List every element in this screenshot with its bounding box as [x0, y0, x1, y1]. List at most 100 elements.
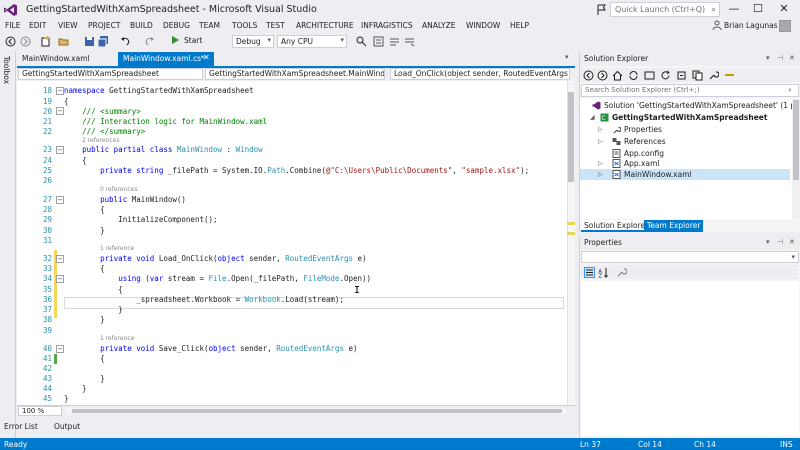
editor-scroll-thumb[interactable]	[568, 92, 574, 182]
forward-arrow-icon[interactable]	[597, 70, 608, 81]
collapse-region-icon[interactable]: −	[56, 107, 64, 115]
tree-item-properties[interactable]: Properties	[624, 125, 662, 134]
save-icon[interactable]	[84, 36, 95, 47]
menu-window[interactable]: WINDOW	[466, 21, 500, 30]
find-icon[interactable]	[356, 36, 367, 47]
undo-icon[interactable]	[120, 36, 131, 47]
comment-out-icon[interactable]	[389, 36, 400, 47]
class-nav-dropdown[interactable]: GettingStartedWithXamSpreadsheet.MainWin…	[205, 68, 385, 80]
collapse-region-icon[interactable]: −	[56, 87, 64, 95]
menu-test[interactable]: TEST	[266, 21, 285, 30]
redo-icon[interactable]	[144, 36, 155, 47]
collapsed-arrow-icon[interactable]: ▷	[598, 126, 603, 133]
menu-infragistics[interactable]: INFRAGISTICS	[361, 21, 413, 30]
codelens-references[interactable]: 1 reference	[100, 245, 134, 252]
codelens-references[interactable]: 2 references	[82, 137, 120, 144]
codelens-references[interactable]: 0 references	[100, 186, 138, 193]
menu-edit[interactable]: EDIT	[29, 21, 46, 30]
property-pages-icon[interactable]	[616, 267, 627, 278]
show-all-files-icon[interactable]	[692, 70, 703, 81]
pin-icon[interactable]: ⊣	[777, 238, 783, 246]
uncomment-icon[interactable]	[404, 36, 415, 47]
panel-options-chevron-icon[interactable]: ▾	[766, 54, 770, 62]
close-panel-icon[interactable]: ✕	[789, 54, 795, 62]
alphabetical-icon[interactable]: AZ	[598, 267, 609, 278]
pin-icon[interactable]: ⊣	[777, 54, 783, 62]
code-line: using (var stream = File.Open(_filePath,…	[118, 274, 372, 283]
member-nav-dropdown[interactable]: Load_OnClick(object sender, RoutedEventA…	[390, 68, 570, 80]
forward-arrow-icon[interactable]	[20, 36, 31, 47]
line-number: 20	[42, 107, 52, 116]
categorized-icon[interactable]	[584, 267, 595, 278]
tab-mainwindow-xaml-cs[interactable]: MainWindow.xaml.cs*	[118, 52, 214, 66]
tab-solution-explorer[interactable]: Solution Explorer	[581, 220, 652, 232]
line-number: 32	[42, 254, 52, 263]
collapsed-arrow-icon[interactable]: ▷	[598, 171, 603, 178]
minimize-button[interactable]: —	[724, 2, 744, 18]
new-project-icon[interactable]	[40, 36, 51, 47]
menu-tools[interactable]: TOOLS	[232, 21, 257, 30]
quick-launch-input[interactable]: Quick Launch (Ctrl+Q) ⌕	[610, 2, 720, 17]
properties-object-dropdown[interactable]: ▾	[581, 251, 799, 263]
tab-error-list[interactable]: Error List	[4, 422, 38, 431]
menu-file[interactable]: FILE	[5, 21, 20, 30]
start-button[interactable]: Start	[184, 36, 202, 45]
open-file-icon[interactable]	[58, 36, 69, 47]
menu-analyze[interactable]: ANALYZE	[422, 21, 456, 30]
maximize-button[interactable]: ☐	[748, 2, 768, 18]
user-name[interactable]: Brian Lagunas	[724, 21, 778, 30]
solution-explorer-icon[interactable]	[373, 36, 384, 47]
collapse-region-icon[interactable]: −	[56, 146, 64, 154]
collapsed-arrow-icon[interactable]: ▷	[598, 138, 603, 145]
platform-dropdown[interactable]: Any CPU ▾	[277, 35, 347, 48]
pending-changes-icon[interactable]	[644, 70, 655, 81]
solution-explorer-search[interactable]: Search Solution Explorer (Ctrl+;)	[581, 84, 799, 97]
collapse-region-icon[interactable]: −	[56, 275, 64, 283]
menu-architecture[interactable]: ARCHITECTURE	[296, 21, 354, 30]
tree-project[interactable]: GettingStartedWithXamSpreadsheet	[612, 113, 767, 122]
refresh-icon[interactable]	[660, 70, 671, 81]
close-panel-icon[interactable]: ✕	[789, 238, 795, 246]
solution-configuration-dropdown[interactable]: Debug ▾	[232, 35, 274, 48]
close-window-button[interactable]: ✕	[774, 2, 794, 18]
solution-explorer-scroll-thumb[interactable]	[793, 100, 799, 180]
user-avatar[interactable]	[779, 20, 791, 32]
tab-team-explorer[interactable]: Team Explorer	[644, 220, 704, 232]
start-debug-icon[interactable]	[172, 36, 179, 44]
preview-selected-icon[interactable]	[724, 70, 735, 81]
zoom-dropdown[interactable]: 100 %	[18, 406, 62, 416]
tab-output[interactable]: Output	[54, 422, 80, 431]
collapse-region-icon[interactable]: −	[56, 345, 64, 353]
menu-build[interactable]: BUILD	[130, 21, 153, 30]
tree-item-references[interactable]: References	[624, 137, 666, 146]
back-arrow-icon[interactable]	[5, 36, 16, 47]
codelens-references[interactable]: 1 reference	[100, 335, 134, 342]
save-all-icon[interactable]	[98, 36, 109, 47]
tree-item-mainwindow-xaml[interactable]: MainWindow.xaml	[624, 170, 692, 179]
collapsed-arrow-icon[interactable]: ▷	[598, 160, 603, 167]
feedback-flag-icon[interactable]	[596, 4, 608, 16]
back-arrow-icon[interactable]	[583, 70, 594, 81]
tree-item-app-config[interactable]: App.config	[624, 149, 664, 158]
toolbox-tab[interactable]: Toolbox	[2, 56, 11, 84]
sync-icon[interactable]	[628, 70, 639, 81]
panel-options-chevron-icon[interactable]: ▾	[766, 238, 770, 246]
menu-project[interactable]: PROJECT	[88, 21, 120, 30]
collapse-region-icon[interactable]: −	[56, 255, 64, 263]
tree-item-app-xaml[interactable]: App.xaml	[624, 159, 659, 168]
properties-wrench-icon[interactable]	[708, 70, 719, 81]
menu-team[interactable]: TEAM	[199, 21, 220, 30]
horizontal-scroll-thumb[interactable]	[72, 409, 562, 413]
expanded-arrow-icon[interactable]: ◢	[590, 114, 595, 121]
menu-help[interactable]: HELP	[510, 21, 529, 30]
tree-solution[interactable]: Solution 'GettingStartedWithXamSpreadshe…	[604, 101, 800, 110]
project-nav-dropdown[interactable]: GettingStartedWithXamSpreadsheet	[18, 68, 203, 80]
collapse-all-icon[interactable]	[676, 70, 687, 81]
menu-debug[interactable]: DEBUG	[163, 21, 190, 30]
tab-mainwindow-xaml[interactable]: MainWindow.xaml	[17, 52, 113, 66]
collapse-region-icon[interactable]: −	[56, 196, 64, 204]
close-tab-icon[interactable]: ✕	[203, 53, 210, 62]
menu-view[interactable]: VIEW	[58, 21, 78, 30]
tab-overflow-chevron-icon[interactable]: ▾	[565, 53, 569, 61]
home-icon[interactable]	[612, 70, 623, 81]
